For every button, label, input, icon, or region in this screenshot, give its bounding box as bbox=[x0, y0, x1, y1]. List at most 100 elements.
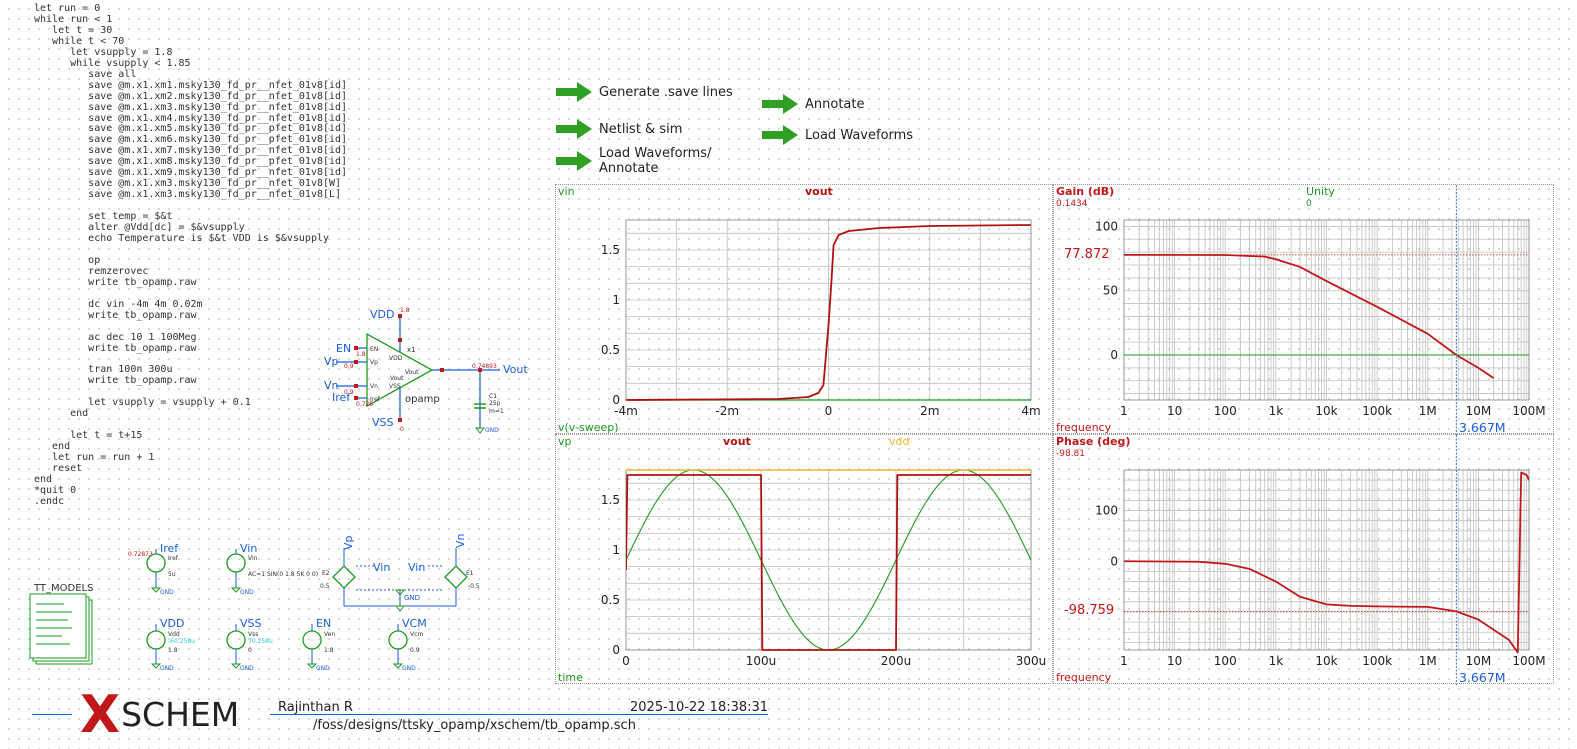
annotate-label: Annotate bbox=[805, 96, 865, 112]
x-tick-label: 100k bbox=[1362, 404, 1392, 418]
load-waveforms-label: Load Waveforms bbox=[805, 127, 914, 143]
phase-cursor-x[interactable]: 3.667M bbox=[1459, 670, 1506, 685]
gnd-label: GND bbox=[316, 665, 330, 672]
gnd-label: GND bbox=[240, 589, 254, 596]
dc-legend-vout: vout bbox=[805, 185, 833, 198]
x-tick-label: 10k bbox=[1315, 654, 1337, 668]
y-tick-label: 0 bbox=[1110, 554, 1118, 568]
vdd-src-current: -60.258u bbox=[168, 638, 195, 645]
phase-plot[interactable]: 1 10 100 1k 10k 100k 1M 10M 100M 0 100 Phase (deg)… bbox=[1053, 434, 1554, 685]
x-tick-label: 100M bbox=[1512, 404, 1545, 418]
x-tick-label: 1 bbox=[1120, 404, 1128, 418]
en-source[interactable]: EN Ven 1.8 GND bbox=[302, 617, 335, 672]
pin-vn: Vn bbox=[370, 383, 378, 390]
tt-models-label: TT_MODELS bbox=[33, 583, 93, 594]
netlist-sim-button[interactable]: Netlist & sim bbox=[555, 118, 682, 140]
netlist-sim-label: Netlist & sim bbox=[599, 121, 683, 137]
x-tick-label: 1 bbox=[1120, 654, 1128, 668]
timestamp: 2025-10-22 18:38:31 bbox=[630, 700, 769, 715]
pin-vdd: VDD bbox=[389, 355, 403, 362]
vout-annotation: 0.74893 bbox=[472, 363, 497, 370]
x-tick-label: 100u bbox=[746, 654, 777, 668]
tt-models-block[interactable]: TT_MODELS bbox=[29, 583, 93, 665]
x-tick-label: 100 bbox=[1214, 404, 1237, 418]
e-vn-label: Vn bbox=[454, 533, 467, 548]
vin-src-val: AC=1 SIN(0 1.8 5K 0 0) bbox=[248, 571, 318, 578]
title-block-rule-left bbox=[32, 714, 72, 715]
vdd-src-label: VDD bbox=[160, 617, 184, 630]
vdd-annotation: 1.8 bbox=[400, 307, 410, 314]
phase-chart: 1 10 100 1k 10k 100k 1M 10M 100M 0 100 bbox=[1095, 435, 1546, 685]
gnd-label: GND bbox=[402, 665, 416, 672]
annotate-button[interactable]: Annotate bbox=[761, 93, 864, 115]
generate-save-lines-label: Generate .save lines bbox=[599, 84, 733, 100]
launch-arrow-icon bbox=[556, 82, 592, 102]
vcm-src-label: VCM bbox=[402, 617, 427, 630]
vcm-src-name: Vcm bbox=[410, 631, 423, 638]
iref-src-val: 5u bbox=[168, 571, 176, 578]
schematic-canvas[interactable]: VDD VSS EN Vp Vn Iref Vout x1 opamp EN V… bbox=[0, 290, 550, 685]
launch-arrow-icon bbox=[762, 94, 798, 114]
gain-cursor-y: 77.872 bbox=[1064, 247, 1110, 262]
y-tick-label: 0.5 bbox=[601, 343, 620, 357]
gain-plot[interactable]: 1 10 100 1k 10k 100k 1M 10M 100M 0 50 100 Gain (dB)… bbox=[1053, 184, 1554, 435]
vin-source[interactable]: Vin Vin AC=1 SIN(0 1.8 5K 0 0) GND bbox=[226, 542, 318, 596]
vss-src-label: VSS bbox=[240, 617, 262, 630]
vp-annotation: 0.9 bbox=[344, 363, 354, 370]
x-tick-label: 10 bbox=[1167, 654, 1182, 668]
y-tick-label: 1.5 bbox=[601, 493, 620, 507]
en-annotation: 1.8 bbox=[356, 351, 366, 358]
generate-save-lines-button[interactable]: Generate .save lines bbox=[555, 81, 733, 103]
dc-sweep-plot[interactable]: -4m -2m 0 2m 4m 0 0.5 1 1.5 vin vout v(v-sweep) bbox=[555, 184, 1053, 434]
y-tick-label: 100 bbox=[1095, 504, 1118, 518]
dc-xaxis-signal: v(v-sweep) bbox=[558, 421, 619, 434]
launch-arrow-icon bbox=[762, 125, 798, 145]
phase-legend-value: -98.81 bbox=[1056, 449, 1086, 459]
iref-src-name: Iref bbox=[168, 555, 179, 562]
x-tick-label: 0 bbox=[622, 654, 630, 668]
y-tick-label: 0.5 bbox=[601, 593, 620, 607]
vin-src-label: Vin bbox=[240, 542, 257, 555]
pin-en: EN bbox=[370, 346, 378, 353]
pin-vss: VSS bbox=[389, 383, 401, 390]
vcvs-pair[interactable]: Vp Vn Vin Vin E2 E1 0.5 -0.5 GND bbox=[320, 533, 480, 612]
transient-chart: 0 100u 200u 300u 0 0.5 1 1.5 bbox=[601, 469, 1046, 668]
opamp-symbol[interactable]: VDD VSS EN Vp Vn Iref Vout x1 opamp EN V… bbox=[324, 307, 528, 434]
transient-plot[interactable]: 0 100u 200u 300u 0 0.5 1 1.5 vp vout vdd time bbox=[555, 434, 1053, 684]
author-name: Rajinthan R bbox=[278, 700, 353, 715]
e-vin-label-2: Vin bbox=[408, 561, 425, 574]
pin-vout: Vout bbox=[405, 369, 419, 376]
vcm-source[interactable]: VCM Vcm 0.9 GND bbox=[388, 617, 427, 672]
x-tick-label: 10 bbox=[1167, 404, 1182, 418]
x-tick-label: 10M bbox=[1466, 654, 1492, 668]
phase-cursor-y: -98.759 bbox=[1064, 603, 1115, 618]
en-src-val: 1.8 bbox=[324, 647, 334, 654]
gain-legend-value: 0.1434 bbox=[1056, 199, 1088, 209]
load-waveforms-button[interactable]: Load Waveforms bbox=[761, 124, 913, 146]
gain-cursor-x[interactable]: 3.667M bbox=[1459, 420, 1506, 435]
vdd-label: VDD bbox=[370, 308, 394, 321]
gnd-label: GND bbox=[240, 665, 254, 672]
y-tick-label: 1 bbox=[612, 543, 620, 557]
load-waveforms-annotate-button[interactable]: Load Waveforms/ Annotate bbox=[555, 146, 711, 176]
vp-label: Vp bbox=[324, 355, 339, 368]
load-waveforms-annotate-label: Load Waveforms/ Annotate bbox=[599, 146, 711, 176]
x-tick-label: 1k bbox=[1269, 654, 1284, 668]
launch-arrow-icon bbox=[556, 119, 592, 139]
vss-src-name: Vss bbox=[248, 631, 258, 638]
iref-src-ann: 0.72873 bbox=[128, 551, 153, 558]
y-tick-label: 50 bbox=[1103, 284, 1118, 298]
load-waveforms-annotate-line2: Annotate bbox=[599, 161, 659, 176]
e2-label: E2 bbox=[322, 570, 330, 577]
vss-source[interactable]: VSS Vss 0 70.258u GND bbox=[226, 617, 273, 672]
x-tick-label: 200u bbox=[881, 654, 912, 668]
en-label: EN bbox=[336, 342, 351, 355]
x-tick-label: 1k bbox=[1269, 404, 1284, 418]
load-waveforms-annotate-line1: Load Waveforms/ bbox=[599, 146, 712, 161]
en-src-label: EN bbox=[316, 617, 331, 630]
schematic-path: /foss/designs/ttsky_opamp/xschem/tb_opam… bbox=[313, 718, 636, 733]
e2-gain: 0.5 bbox=[320, 583, 330, 590]
vdd-source[interactable]: VDD Vdd 1.8 -60.258u GND bbox=[146, 617, 195, 672]
iref-annotation: 0.728 bbox=[356, 401, 373, 408]
iref-source[interactable]: Iref 0.72873 Iref 5u GND bbox=[128, 542, 179, 596]
